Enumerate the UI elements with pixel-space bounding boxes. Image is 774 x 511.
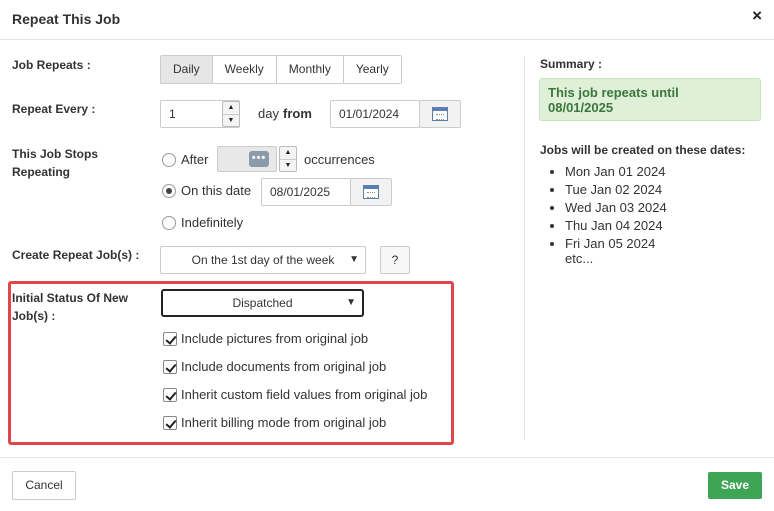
stops-label-line2: Repeating (12, 165, 71, 179)
cancel-button[interactable]: Cancel (12, 471, 76, 500)
create-repeat-select[interactable]: On the 1st day of the week ▼ (160, 246, 366, 274)
from-text: from (283, 106, 312, 121)
stepper-up-icon: ▲ (280, 147, 296, 160)
stepper-down-icon: ▼ (284, 161, 292, 169)
include-pictures-label: Include pictures from original job (181, 331, 369, 346)
repeat-yearly-button[interactable]: Yearly (343, 56, 401, 83)
dates-more-text: etc... (565, 251, 594, 266)
close-icon[interactable]: × (752, 6, 762, 26)
chevron-down-icon: ▼ (346, 297, 356, 308)
from-date-calendar-button[interactable] (419, 100, 461, 128)
stop-indefinitely-label: Indefinitely (181, 215, 244, 230)
initial-status-select[interactable]: Dispatched ▼ (161, 289, 364, 317)
include-documents-checkbox[interactable] (163, 360, 177, 374)
inherit-billing-mode-checkbox[interactable] (163, 416, 177, 430)
calendar-icon (363, 185, 379, 199)
list-item: Wed Jan 03 2024 (565, 199, 667, 217)
summary-message: This job repeats until 08/01/2025 (539, 78, 761, 121)
summary-message-line1: This job repeats until (548, 85, 679, 100)
list-item: Tue Jan 02 2024 (565, 181, 667, 199)
include-documents-label: Include documents from original job (181, 359, 387, 374)
inherit-custom-fields-label: Inherit custom field values from origina… (181, 387, 428, 402)
stop-date-input[interactable]: 08/01/2025 (261, 178, 351, 206)
repeat-monthly-button[interactable]: Monthly (276, 56, 344, 83)
more-dots-icon: ••• (249, 151, 269, 167)
calendar-icon (432, 107, 448, 121)
repeat-every-label: Repeat Every : (12, 102, 96, 116)
from-date-input[interactable]: 01/01/2024 (330, 100, 420, 128)
summary-message-line2: 08/01/2025 (548, 100, 614, 115)
occurrences-stepper: ▲ ▼ (279, 146, 297, 172)
create-repeat-label: Create Repeat Job(s) : (12, 248, 140, 262)
stop-after-label: After (181, 152, 209, 167)
dialog-title: Repeat This Job (12, 11, 121, 27)
occurrences-text: occurrences (304, 152, 375, 167)
stop-on-date-label: On this date (181, 183, 252, 198)
panel-divider (524, 56, 525, 440)
list-item: Mon Jan 01 2024 (565, 163, 667, 181)
stepper-up-icon[interactable]: ▲ (223, 102, 239, 115)
create-repeat-selected: On the 1st day of the week (191, 253, 335, 267)
stop-after-radio[interactable] (162, 153, 176, 167)
stepper-down-icon[interactable]: ▼ (223, 115, 239, 127)
save-button[interactable]: Save (708, 472, 762, 499)
stop-on-date-radio[interactable] (162, 184, 176, 198)
list-item: Thu Jan 04 2024 (565, 217, 667, 235)
summary-heading: Summary : (540, 57, 603, 71)
dates-heading: Jobs will be created on these dates: (540, 143, 746, 157)
stop-date-calendar-button[interactable] (350, 178, 392, 206)
chevron-down-icon: ▼ (349, 254, 359, 265)
repeat-weekly-button[interactable]: Weekly (212, 56, 277, 83)
help-button[interactable]: ? (380, 246, 410, 274)
repeat-every-stepper[interactable]: ▲ ▼ (222, 101, 240, 127)
initial-status-selected: Dispatched (232, 296, 293, 310)
include-pictures-checkbox[interactable] (163, 332, 177, 346)
initial-status-label-line1: Initial Status Of New (12, 291, 129, 305)
repeat-daily-button[interactable]: Daily (161, 56, 213, 83)
repeat-unit-text: day (258, 106, 279, 121)
dialog-header: Repeat This Job × (0, 0, 774, 40)
stop-indefinitely-radio[interactable] (162, 216, 176, 230)
initial-status-label-line2: Job(s) : (12, 309, 56, 323)
dialog-footer (0, 457, 774, 511)
inherit-billing-mode-label: Inherit billing mode from original job (181, 415, 387, 430)
job-repeats-group: Daily Weekly Monthly Yearly (160, 55, 402, 84)
inherit-custom-fields-checkbox[interactable] (163, 388, 177, 402)
dates-list: Mon Jan 01 2024 Tue Jan 02 2024 Wed Jan … (547, 163, 667, 253)
stops-label-line1: This Job Stops (12, 147, 99, 161)
job-repeats-label: Job Repeats : (12, 58, 91, 72)
